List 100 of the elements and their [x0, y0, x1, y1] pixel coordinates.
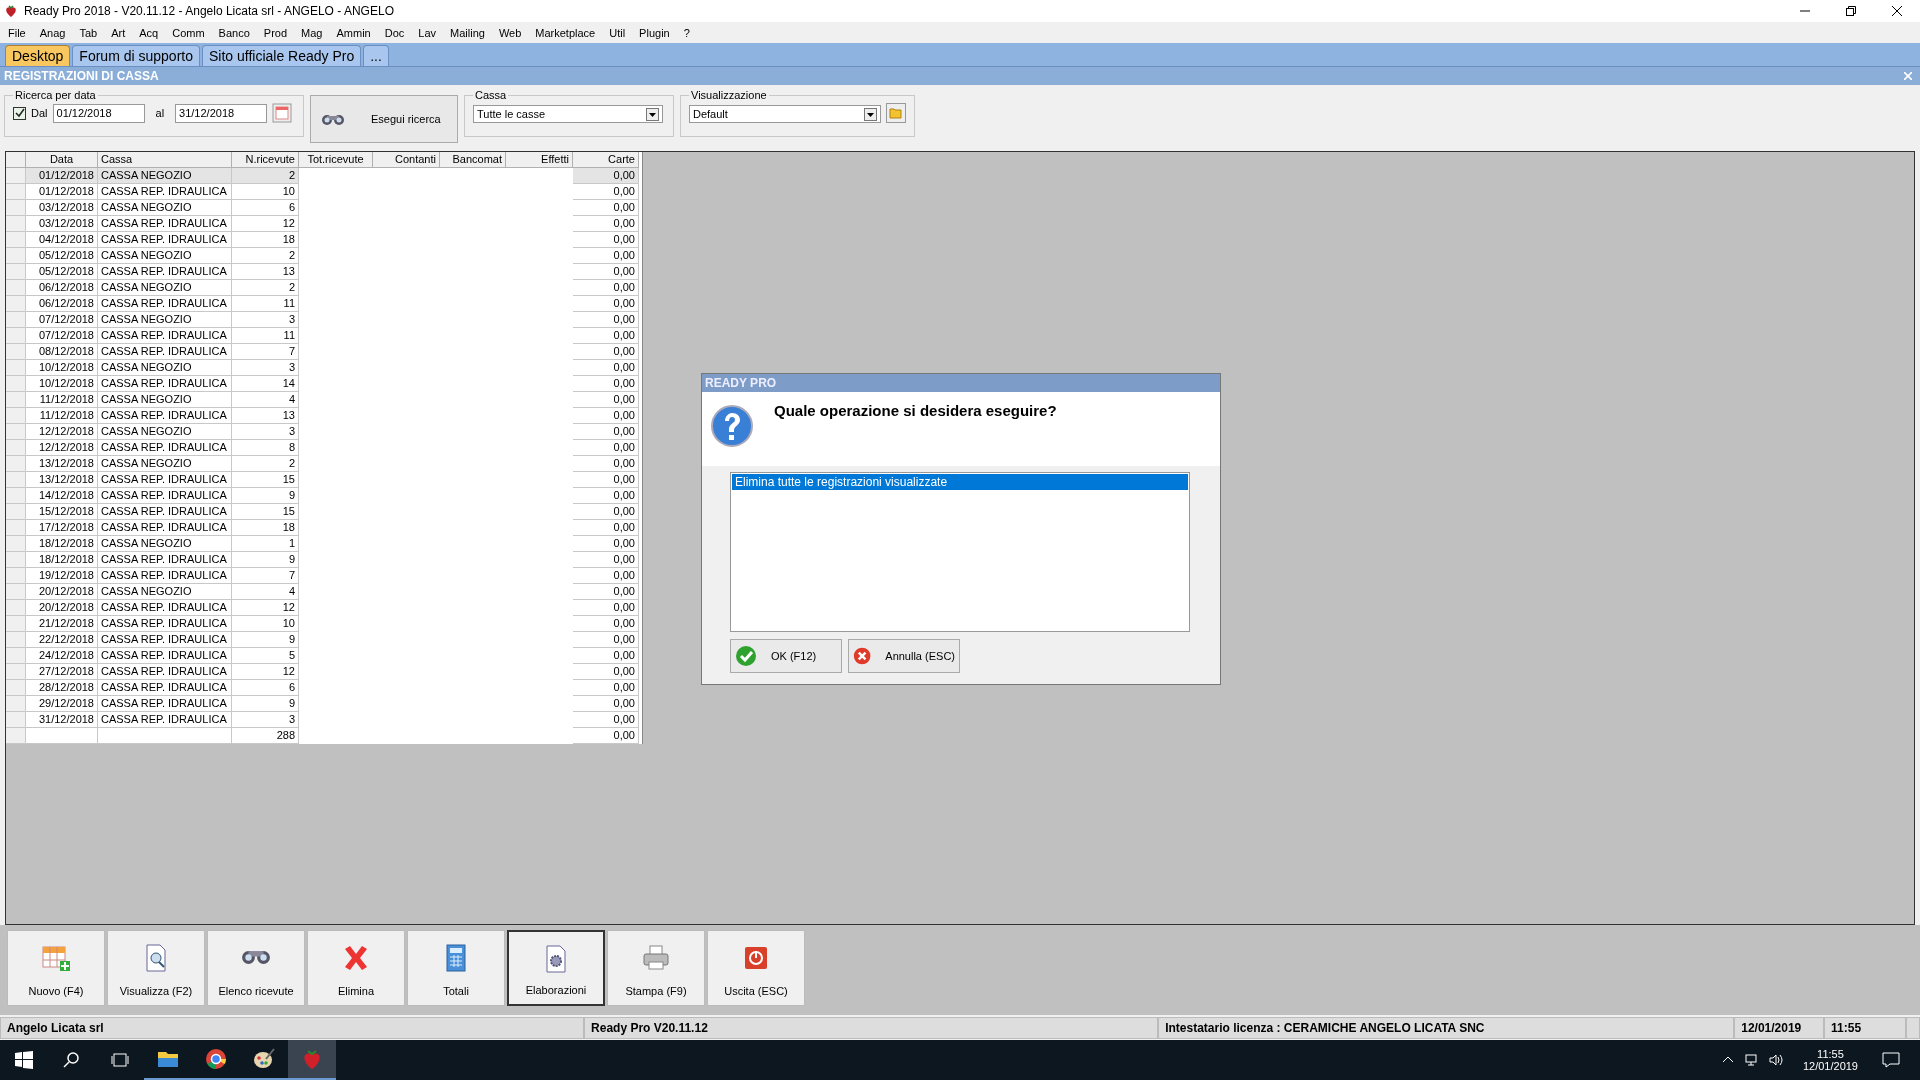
caret-icon[interactable]	[864, 107, 877, 121]
table-row[interactable]: 20/12/2018 CASSA NEGOZIO 4 0,00	[6, 584, 642, 600]
row-header[interactable]	[6, 168, 26, 184]
table-row[interactable]: 08/12/2018 CASSA REP. IDRAULICA 7 0,00	[6, 344, 642, 360]
menu-item[interactable]: Anag	[39, 26, 66, 39]
ok-button[interactable]: OK (F12)	[730, 639, 842, 673]
list-item[interactable]: Elimina tutte le registrazioni visualizzate	[732, 474, 1188, 490]
table-row[interactable]: 29/12/2018 CASSA REP. IDRAULICA 9 0,00	[6, 696, 642, 712]
table-row[interactable]: 13/12/2018 CASSA NEGOZIO 2 0,00	[6, 456, 642, 472]
table-row[interactable]: 13/12/2018 CASSA REP. IDRAULICA 15 0,00	[6, 472, 642, 488]
row-header[interactable]	[6, 472, 26, 488]
table-row[interactable]: 03/12/2018 CASSA REP. IDRAULICA 12 0,00	[6, 216, 642, 232]
menu-item[interactable]: Ammin	[336, 26, 371, 39]
row-header[interactable]	[6, 344, 26, 360]
row-header[interactable]	[6, 632, 26, 648]
table-row[interactable]: 06/12/2018 CASSA NEGOZIO 2 0,00	[6, 280, 642, 296]
row-header[interactable]	[6, 680, 26, 696]
menu-item[interactable]: ?	[683, 26, 690, 39]
menu-item[interactable]: Doc	[384, 26, 405, 39]
table-row[interactable]: 05/12/2018 CASSA NEGOZIO 2 0,00	[6, 248, 642, 264]
date-field[interactable]: 31/12/2018	[175, 103, 268, 123]
row-header[interactable]	[6, 216, 26, 232]
table-row[interactable]: 20/12/2018 CASSA REP. IDRAULICA 12 0,00	[6, 600, 642, 616]
cancel-button[interactable]: Annulla (ESC)	[848, 639, 960, 673]
row-header[interactable]	[6, 536, 26, 552]
row-header[interactable]	[6, 296, 26, 312]
table-row[interactable]: 31/12/2018 CASSA REP. IDRAULICA 3 0,00	[6, 712, 642, 728]
menu-item[interactable]: File	[8, 26, 26, 39]
column-header[interactable]: Cassa	[98, 152, 232, 168]
menu-item[interactable]: Util	[609, 26, 626, 39]
menu-item[interactable]: Acq	[139, 26, 159, 39]
restore-icon[interactable]	[1846, 6, 1856, 16]
row-header[interactable]	[6, 520, 26, 536]
tab[interactable]: Sito ufficiale Ready Pro	[201, 45, 362, 66]
column-header[interactable]: Bancomat	[440, 152, 506, 168]
row-header[interactable]	[6, 248, 26, 264]
menu-item[interactable]: Mailing	[450, 26, 485, 39]
checkbox[interactable]	[13, 106, 26, 120]
menu-item[interactable]: Web	[498, 26, 522, 39]
view-dropdown[interactable]: Default	[689, 105, 881, 123]
table-row[interactable]: 10/12/2018 CASSA REP. IDRAULICA 14 0,00	[6, 376, 642, 392]
row-header[interactable]	[6, 312, 26, 328]
tab[interactable]: ...	[363, 45, 389, 66]
table-row[interactable]: 10/12/2018 CASSA NEGOZIO 3 0,00	[6, 360, 642, 376]
network-icon[interactable]	[1744, 1054, 1759, 1066]
column-header[interactable]: Data	[26, 152, 98, 168]
table-row[interactable]: 07/12/2018 CASSA REP. IDRAULICA 11 0,00	[6, 328, 642, 344]
menu-item[interactable]: Comm	[172, 26, 205, 39]
table-row[interactable]: 12/12/2018 CASSA NEGOZIO 3 0,00	[6, 424, 642, 440]
cassa-dropdown[interactable]: Tutte le casse	[473, 105, 663, 123]
menu-item[interactable]: Banco	[218, 26, 250, 39]
row-header[interactable]	[6, 328, 26, 344]
volume-icon[interactable]	[1768, 1054, 1783, 1066]
row-header[interactable]	[6, 616, 26, 632]
row-header[interactable]	[6, 664, 26, 680]
row-header[interactable]	[6, 600, 26, 616]
totals-button[interactable]: Totali	[407, 930, 505, 1006]
table-row[interactable]: 28/12/2018 CASSA REP. IDRAULICA 6 0,00	[6, 680, 642, 696]
table-row[interactable]: 14/12/2018 CASSA REP. IDRAULICA 9 0,00	[6, 488, 642, 504]
table-row[interactable]: 06/12/2018 CASSA REP. IDRAULICA 11 0,00	[6, 296, 642, 312]
column-header[interactable]: Effetti	[506, 152, 573, 168]
search-icon[interactable]	[62, 1050, 82, 1070]
table-row[interactable]: 05/12/2018 CASSA REP. IDRAULICA 13 0,00	[6, 264, 642, 280]
table-row[interactable]: 19/12/2018 CASSA REP. IDRAULICA 7 0,00	[6, 568, 642, 584]
menu-item[interactable]: Plugin	[639, 26, 670, 39]
row-header[interactable]	[6, 376, 26, 392]
calendar-icon[interactable]	[272, 103, 293, 123]
column-header[interactable]: N.ricevute	[232, 152, 299, 168]
row-header[interactable]	[6, 504, 26, 520]
menu-item[interactable]: Tab	[79, 26, 98, 39]
row-header[interactable]	[6, 264, 26, 280]
table-row[interactable]: 03/12/2018 CASSA NEGOZIO 6 0,00	[6, 200, 642, 216]
row-header[interactable]	[6, 184, 26, 200]
table-row[interactable]: 01/12/2018 CASSA REP. IDRAULICA 10 0,00	[6, 184, 642, 200]
table-row[interactable]: 18/12/2018 CASSA NEGOZIO 1 0,00	[6, 536, 642, 552]
table-row[interactable]: 24/12/2018 CASSA REP. IDRAULICA 5 0,00	[6, 648, 642, 664]
caret-icon[interactable]	[646, 107, 659, 121]
menu-item[interactable]: Prod	[263, 26, 288, 39]
folder-icon[interactable]	[886, 103, 906, 123]
view-button[interactable]: Visualizza (F2)	[107, 930, 205, 1006]
table-row[interactable]: 12/12/2018 CASSA REP. IDRAULICA 8 0,00	[6, 440, 642, 456]
windows-start-icon[interactable]	[14, 1050, 34, 1070]
column-header[interactable]: Tot.ricevute	[299, 152, 373, 168]
row-header[interactable]	[6, 584, 26, 600]
delete-button[interactable]: Elimina	[307, 930, 405, 1006]
row-header[interactable]	[6, 408, 26, 424]
row-header[interactable]	[6, 456, 26, 472]
row-header[interactable]	[6, 728, 26, 744]
table-row[interactable]: 17/12/2018 CASSA REP. IDRAULICA 18 0,00	[6, 520, 642, 536]
menu-item[interactable]: Marketplace	[535, 26, 596, 39]
new-button[interactable]: Nuovo (F4)	[7, 930, 105, 1006]
close-icon[interactable]	[1892, 6, 1902, 16]
notification-icon[interactable]	[1882, 1052, 1900, 1068]
search-button[interactable]: Esegui ricerca	[310, 95, 458, 143]
column-header[interactable]: Carte	[573, 152, 639, 168]
menu-item[interactable]: Mag	[301, 26, 323, 39]
menu-item[interactable]: Art	[111, 26, 126, 39]
row-header[interactable]	[6, 488, 26, 504]
task-view-icon[interactable]	[110, 1050, 130, 1070]
tab[interactable]: Forum di supporto	[72, 45, 200, 66]
